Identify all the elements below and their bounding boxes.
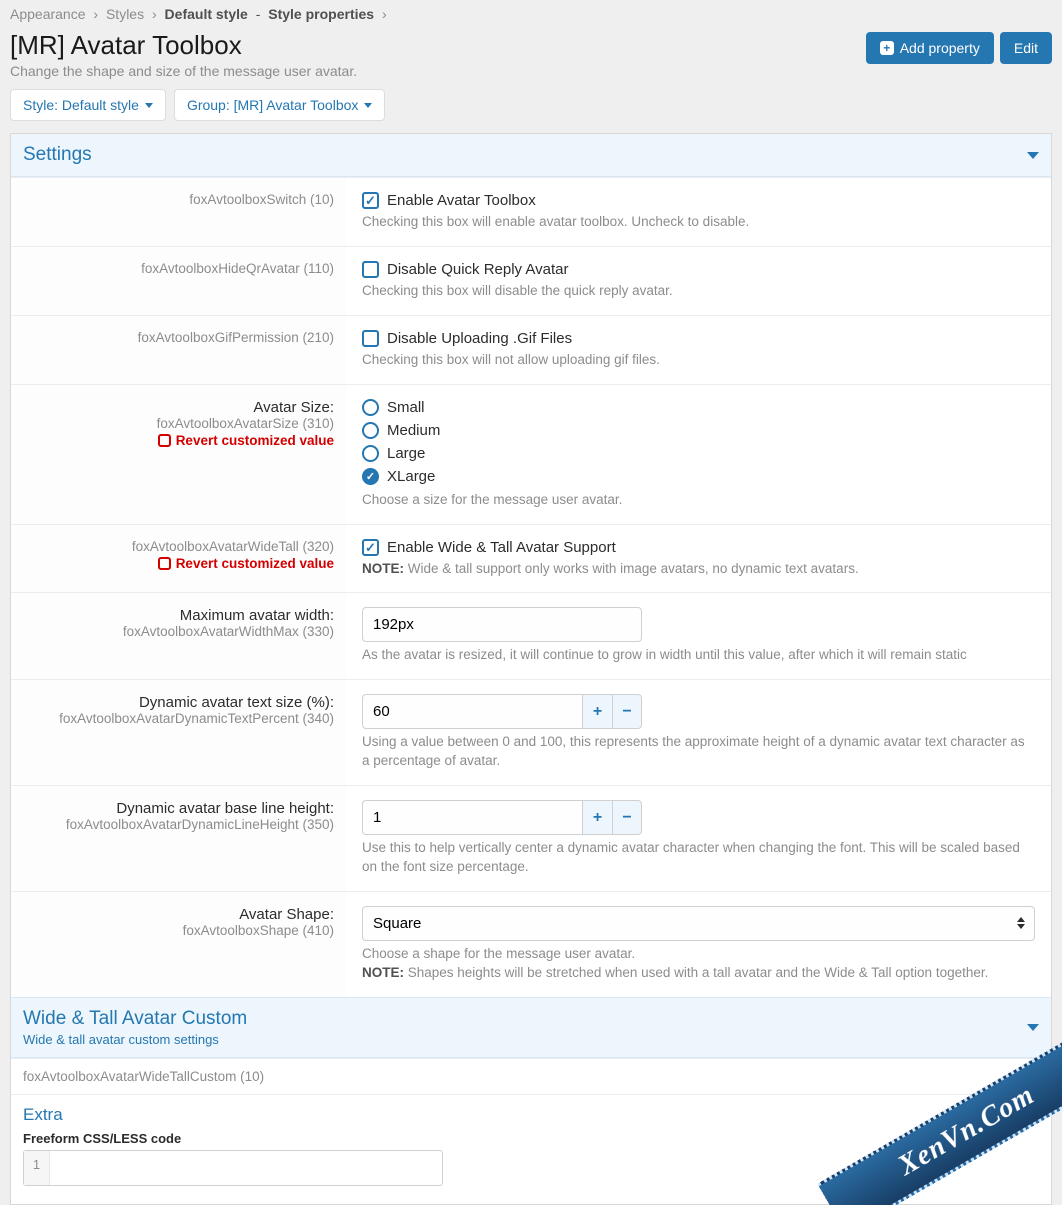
option-row: Avatar Shape: foxAvtoolboxShape (410) Sq… — [11, 891, 1051, 997]
option-hint: Checking this box will not allow uploadi… — [362, 351, 1035, 370]
css-code-editor[interactable]: 1 — [23, 1150, 443, 1186]
dyn-text-stepper: + − — [362, 694, 642, 729]
option-key: foxAvtoolboxSwitch (10) — [19, 192, 334, 207]
caret-down-icon — [364, 103, 372, 108]
breadcrumb-suffix: Style properties — [268, 6, 374, 22]
option-title: Dynamic avatar text size (%): — [19, 694, 334, 711]
group-dropdown[interactable]: Group: [MR] Avatar Toolbox — [174, 89, 385, 121]
settings-panel: Settings foxAvtoolboxSwitch (10) Enable … — [10, 133, 1052, 1205]
option-key: foxAvtoolboxHideQrAvatar (110) — [19, 261, 334, 276]
extra-label: Freeform CSS/LESS code — [23, 1131, 1039, 1146]
disable-gif-checkbox[interactable] — [362, 330, 379, 347]
option-label[interactable]: Disable Uploading .Gif Files — [387, 330, 572, 347]
stepper-plus-button[interactable]: + — [582, 694, 612, 729]
dyn-text-input[interactable] — [362, 694, 582, 729]
revert-link[interactable]: Revert customized value — [158, 556, 334, 571]
max-width-input[interactable] — [362, 607, 642, 642]
panel-title: Wide & Tall Avatar Custom — [23, 1008, 247, 1030]
avatar-shape-select[interactable]: Square — [362, 906, 1035, 941]
enable-toolbox-checkbox[interactable] — [362, 192, 379, 209]
option-key: foxAvtoolboxAvatarSize (310) — [19, 416, 334, 431]
option-key: foxAvtoolboxGifPermission (210) — [19, 330, 334, 345]
dyn-line-input[interactable] — [362, 800, 582, 835]
avatar-size-medium-radio[interactable] — [362, 422, 379, 439]
option-row: Dynamic avatar text size (%): foxAvtoolb… — [11, 679, 1051, 785]
option-hint: Choose a size for the message user avata… — [362, 491, 1035, 510]
option-key: foxAvtoolboxAvatarWideTall (320) — [19, 539, 334, 554]
wide-tall-panel-header[interactable]: Wide & Tall Avatar Custom Wide & tall av… — [11, 997, 1051, 1058]
plus-icon: + — [880, 41, 894, 55]
option-hint: Checking this box will disable the quick… — [362, 282, 1035, 301]
panel-subtitle: Wide & tall avatar custom settings — [23, 1032, 247, 1047]
page-subtitle: Change the shape and size of the message… — [10, 63, 357, 79]
settings-panel-header[interactable]: Settings — [11, 134, 1051, 177]
page-title: [MR] Avatar Toolbox — [10, 30, 357, 61]
option-row: Dynamic avatar base line height: foxAvto… — [11, 785, 1051, 891]
option-row: foxAvtoolboxSwitch (10) Enable Avatar To… — [11, 177, 1051, 246]
wide-tall-checkbox[interactable] — [362, 539, 379, 556]
breadcrumb-item[interactable]: Appearance — [10, 6, 86, 22]
revert-link[interactable]: Revert customized value — [158, 433, 334, 448]
extra-block: Extra Freeform CSS/LESS code 1 — [11, 1094, 1051, 1204]
dyn-line-stepper: + − — [362, 800, 642, 835]
style-dropdown[interactable]: Style: Default style — [10, 89, 166, 121]
option-row: Maximum avatar width: foxAvtoolboxAvatar… — [11, 592, 1051, 679]
chevron-right-icon: › — [152, 6, 157, 22]
option-hint: As the avatar is resized, it will contin… — [362, 646, 1035, 665]
option-hint: Use this to help vertically center a dyn… — [362, 839, 1035, 877]
option-title: Avatar Size: — [19, 399, 334, 416]
breadcrumb-current: Default style — [165, 6, 248, 22]
option-key: foxAvtoolboxShape (410) — [19, 923, 334, 938]
option-hint: Choose a shape for the message user avat… — [362, 945, 1035, 983]
option-title: Maximum avatar width: — [19, 607, 334, 624]
option-row: Avatar Size: foxAvtoolboxAvatarSize (310… — [11, 384, 1051, 524]
breadcrumb: Appearance › Styles › Default style - St… — [0, 0, 1062, 28]
option-label[interactable]: Enable Wide & Tall Avatar Support — [387, 539, 616, 556]
option-hint: Checking this box will enable avatar too… — [362, 213, 1035, 232]
option-key: foxAvtoolboxAvatarDynamicLineHeight (350… — [19, 817, 334, 832]
option-hint: NOTE: Wide & tall support only works wit… — [362, 560, 1035, 579]
avatar-size-small-radio[interactable] — [362, 399, 379, 416]
avatar-size-large-radio[interactable] — [362, 445, 379, 462]
stepper-minus-button[interactable]: − — [612, 694, 642, 729]
disable-qr-checkbox[interactable] — [362, 261, 379, 278]
option-key: foxAvtoolboxAvatarWidthMax (330) — [19, 624, 334, 639]
collapse-icon[interactable] — [1027, 1024, 1039, 1031]
caret-down-icon — [145, 103, 153, 108]
stepper-minus-button[interactable]: − — [612, 800, 642, 835]
option-label[interactable]: Disable Quick Reply Avatar — [387, 261, 568, 278]
option-row: foxAvtoolboxHideQrAvatar (110) Disable Q… — [11, 246, 1051, 315]
avatar-size-xlarge-radio[interactable] — [362, 468, 379, 485]
revert-checkbox-icon — [158, 557, 171, 570]
option-row: foxAvtoolboxAvatarWideTall (320) Revert … — [11, 524, 1051, 593]
revert-checkbox-icon — [158, 434, 171, 447]
chevron-right-icon: › — [382, 6, 387, 22]
option-row: foxAvtoolboxGifPermission (210) Disable … — [11, 315, 1051, 384]
option-title: Dynamic avatar base line height: — [19, 800, 334, 817]
collapse-icon[interactable] — [1027, 152, 1039, 159]
panel-title: Settings — [23, 144, 92, 166]
option-key: foxAvtoolboxAvatarWideTallCustom (10) — [11, 1058, 1051, 1094]
breadcrumb-item[interactable]: Styles — [106, 6, 144, 22]
line-number: 1 — [24, 1151, 50, 1185]
stepper-plus-button[interactable]: + — [582, 800, 612, 835]
option-label[interactable]: Enable Avatar Toolbox — [387, 192, 536, 209]
option-hint: Using a value between 0 and 100, this re… — [362, 733, 1035, 771]
add-property-button[interactable]: + Add property — [866, 32, 994, 64]
extra-title: Extra — [23, 1105, 1039, 1125]
edit-button[interactable]: Edit — [1000, 32, 1052, 64]
chevron-right-icon: › — [93, 6, 98, 22]
option-key: foxAvtoolboxAvatarDynamicTextPercent (34… — [19, 711, 334, 726]
option-title: Avatar Shape: — [19, 906, 334, 923]
